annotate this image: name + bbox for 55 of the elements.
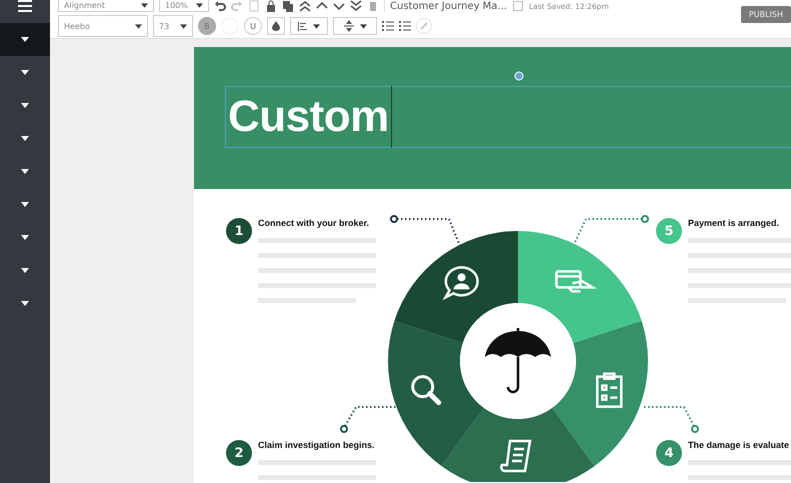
caret-icon (21, 37, 29, 42)
caret-icon (180, 24, 187, 28)
caret-icon (141, 3, 148, 8)
drop-icon (272, 21, 280, 31)
undo-icon[interactable] (214, 0, 226, 12)
document-icon (500, 440, 532, 472)
publish-button[interactable]: PUBLISH (740, 6, 791, 23)
align-dropdown[interactable] (290, 17, 328, 35)
caret-icon (21, 169, 29, 174)
caret-icon (313, 24, 320, 28)
step-number: 1 (226, 218, 252, 244)
caret-icon (21, 202, 29, 207)
step-title: Connect with your broker. (258, 218, 370, 228)
step-title: The damage is evaluate (688, 440, 790, 450)
caret-icon (21, 136, 29, 141)
card-in-hand-icon (555, 270, 594, 293)
spacing-dropdown[interactable] (333, 17, 377, 35)
step-title: Claim investigation begins. (258, 440, 376, 450)
caret-icon (360, 24, 367, 28)
caret-icon (21, 301, 29, 306)
leader-line (644, 406, 699, 433)
numbered-list-icon[interactable] (382, 20, 394, 32)
step-title: Payment is arranged. (688, 218, 780, 228)
color-button[interactable] (267, 17, 285, 35)
step-number: 4 (656, 440, 682, 466)
caret-icon (21, 235, 29, 240)
caret-icon (21, 70, 29, 75)
font-size-dropdown[interactable]: 73 (153, 15, 193, 37)
redo-icon[interactable] (231, 0, 243, 12)
alignment-dropdown[interactable]: Alignment (58, 0, 154, 12)
underline-button[interactable]: U (244, 17, 262, 35)
zoom-dropdown[interactable]: 100% (159, 0, 209, 12)
caret-icon (135, 24, 142, 28)
step-number: 2 (226, 440, 252, 466)
trash-icon[interactable] (367, 0, 379, 12)
caret-icon (21, 103, 29, 108)
lock-icon[interactable] (265, 0, 277, 12)
double-chevron-down-icon[interactable] (350, 0, 362, 12)
rotate-handle[interactable] (514, 71, 524, 81)
bullet-list-icon[interactable] (399, 20, 411, 32)
font-dropdown[interactable]: Heebo (58, 15, 148, 37)
copy-icon[interactable] (282, 0, 294, 12)
caret-icon (21, 268, 29, 273)
link-icon[interactable] (416, 18, 432, 34)
line-spacing-icon (343, 20, 355, 32)
align-left-icon (298, 22, 308, 30)
document-title: Customer Journey Ma... (390, 0, 507, 12)
chat-person-icon (444, 266, 479, 299)
menu-icon[interactable] (18, 0, 32, 12)
title-text-box[interactable]: Custom (225, 86, 791, 148)
search-icon (411, 375, 442, 406)
caret-icon (196, 3, 203, 8)
double-chevron-up-icon[interactable] (299, 0, 311, 12)
clipboard-icon (596, 372, 623, 408)
step-number: 5 (656, 218, 682, 244)
